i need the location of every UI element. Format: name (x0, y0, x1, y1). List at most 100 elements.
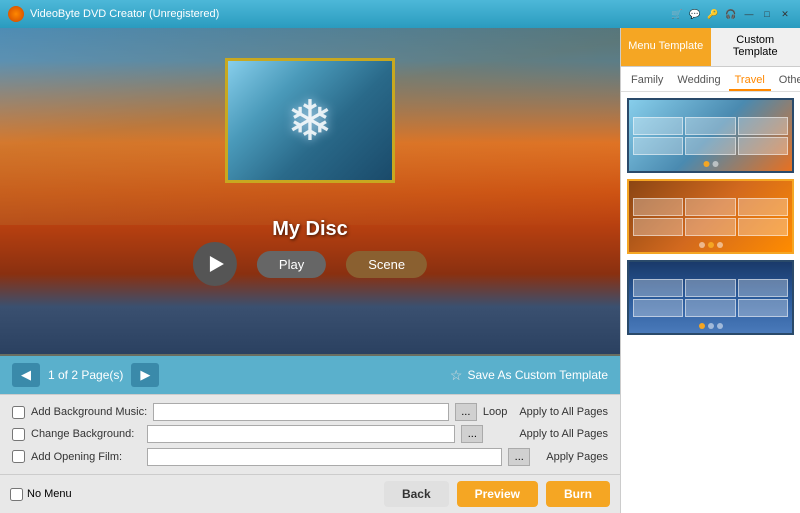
disc-controls: Play Scene (193, 242, 427, 286)
template-dots-1 (703, 161, 718, 167)
apply-pages-button[interactable]: Apply Pages (546, 451, 608, 463)
template-dots-2 (699, 242, 723, 248)
tmpl-cell (633, 117, 683, 135)
tmpl-cell (685, 198, 735, 216)
bg-music-checkbox[interactable] (12, 406, 25, 419)
no-menu-label: No Menu (27, 488, 72, 500)
help-button[interactable]: 💬 (688, 7, 702, 21)
register-button[interactable]: 🔑 (706, 7, 720, 21)
preview-canvas: ❄ My Disc Play Scene (0, 28, 620, 356)
disc-preview-box: ❄ (225, 58, 395, 183)
dot (708, 323, 714, 329)
tmpl-cell (633, 137, 683, 155)
bg-music-browse-button[interactable]: ... (455, 403, 477, 421)
apply-all-pages-1[interactable]: Apply to All Pages (519, 406, 608, 418)
page-indicator: 1 of 2 Page(s) (48, 368, 123, 382)
preview-area: ❄ My Disc Play Scene ◀ 1 of 2 Page(s) ▶ … (0, 28, 620, 513)
tmpl-cell (738, 117, 788, 135)
horizon-line (0, 354, 620, 356)
template-list (621, 92, 800, 513)
dot (712, 161, 718, 167)
template-grid-1 (629, 113, 792, 159)
dot (717, 242, 723, 248)
template-item-1[interactable] (627, 98, 794, 173)
travel-tab[interactable]: Travel (729, 71, 771, 91)
custom-template-tab[interactable]: Custom Template (711, 28, 800, 66)
opening-film-checkbox[interactable] (12, 450, 25, 463)
opening-film-browse-button[interactable]: ... (508, 448, 530, 466)
change-bg-label: Change Background: (31, 428, 141, 440)
headphones-button[interactable]: 🎧 (724, 7, 738, 21)
tmpl-cell (685, 117, 735, 135)
disc-title: My Disc (272, 218, 348, 241)
template-thumbnail-2 (629, 181, 792, 252)
next-page-button[interactable]: ▶ (131, 363, 159, 387)
preview-button[interactable]: Preview (457, 481, 538, 507)
tmpl-cell (685, 218, 735, 236)
tmpl-cell (738, 279, 788, 297)
save-custom-template-button[interactable]: ☆ Save As Custom Template (450, 367, 608, 384)
tmpl-cell (633, 218, 683, 236)
change-bg-row: Change Background: ... Apply to All Page… (12, 425, 608, 443)
app-title: VideoByte DVD Creator (Unregistered) (30, 8, 670, 20)
tmpl-cell (633, 279, 683, 297)
tmpl-cell (738, 299, 788, 317)
burn-button[interactable]: Burn (546, 481, 610, 507)
others-tab[interactable]: Others (773, 71, 800, 91)
tmpl-cell (685, 279, 735, 297)
change-bg-checkbox[interactable] (12, 428, 25, 441)
template-thumbnail-1 (629, 100, 792, 171)
bg-music-input[interactable] (153, 403, 449, 421)
play-button[interactable] (193, 242, 237, 286)
tmpl-cell (633, 198, 683, 216)
dot (699, 323, 705, 329)
tmpl-cell (685, 137, 735, 155)
options-bar: Add Background Music: ... Loop Apply to … (0, 394, 620, 474)
category-tabs: Family Wedding Travel Others ▶ (621, 67, 800, 92)
tmpl-cell (685, 299, 735, 317)
window-max-button[interactable]: □ (760, 7, 774, 21)
app-icon (8, 6, 24, 22)
dot (703, 161, 709, 167)
no-menu-area: No Menu (10, 488, 72, 501)
family-tab[interactable]: Family (625, 71, 669, 91)
window-close-button[interactable]: ✕ (778, 7, 792, 21)
snowflake-icon: ❄ (287, 88, 334, 154)
tmpl-cell (738, 137, 788, 155)
apply-all-pages-2[interactable]: Apply to All Pages (519, 428, 608, 440)
template-dots-3 (699, 323, 723, 329)
prev-page-button[interactable]: ◀ (12, 363, 40, 387)
bg-music-row: Add Background Music: ... Loop Apply to … (12, 403, 608, 421)
dot (699, 242, 705, 248)
sidebar: Menu Template Custom Template Family Wed… (620, 28, 800, 513)
action-bar: No Menu Back Preview Burn (0, 474, 620, 513)
tmpl-cell (738, 198, 788, 216)
main-layout: ❄ My Disc Play Scene ◀ 1 of 2 Page(s) ▶ … (0, 28, 800, 513)
star-icon: ☆ (450, 367, 463, 384)
tmpl-cell (738, 218, 788, 236)
opening-film-input[interactable] (147, 448, 502, 466)
title-bar: VideoByte DVD Creator (Unregistered) 🛒 💬… (0, 0, 800, 28)
template-tabs: Menu Template Custom Template (621, 28, 800, 67)
template-thumbnail-3 (629, 262, 792, 333)
template-item-2[interactable] (627, 179, 794, 254)
change-bg-input[interactable] (147, 425, 455, 443)
back-button[interactable]: Back (384, 481, 449, 507)
minimize-button[interactable]: 🛒 (670, 7, 684, 21)
menu-template-tab[interactable]: Menu Template (621, 28, 711, 66)
window-min-button[interactable]: — (742, 7, 756, 21)
wedding-tab[interactable]: Wedding (671, 71, 726, 91)
bg-music-label: Add Background Music: (31, 406, 147, 418)
template-item-3[interactable] (627, 260, 794, 335)
loop-label: Loop (483, 406, 507, 418)
scene-button[interactable]: Scene (346, 251, 427, 278)
dot (717, 323, 723, 329)
template-grid-3 (629, 275, 792, 321)
no-menu-checkbox[interactable] (10, 488, 23, 501)
play-label-button[interactable]: Play (257, 251, 326, 278)
tmpl-cell (633, 299, 683, 317)
window-controls[interactable]: 🛒 💬 🔑 🎧 — □ ✕ (670, 7, 792, 21)
change-bg-browse-button[interactable]: ... (461, 425, 483, 443)
dot (708, 242, 714, 248)
nav-bar: ◀ 1 of 2 Page(s) ▶ ☆ Save As Custom Temp… (0, 356, 620, 394)
